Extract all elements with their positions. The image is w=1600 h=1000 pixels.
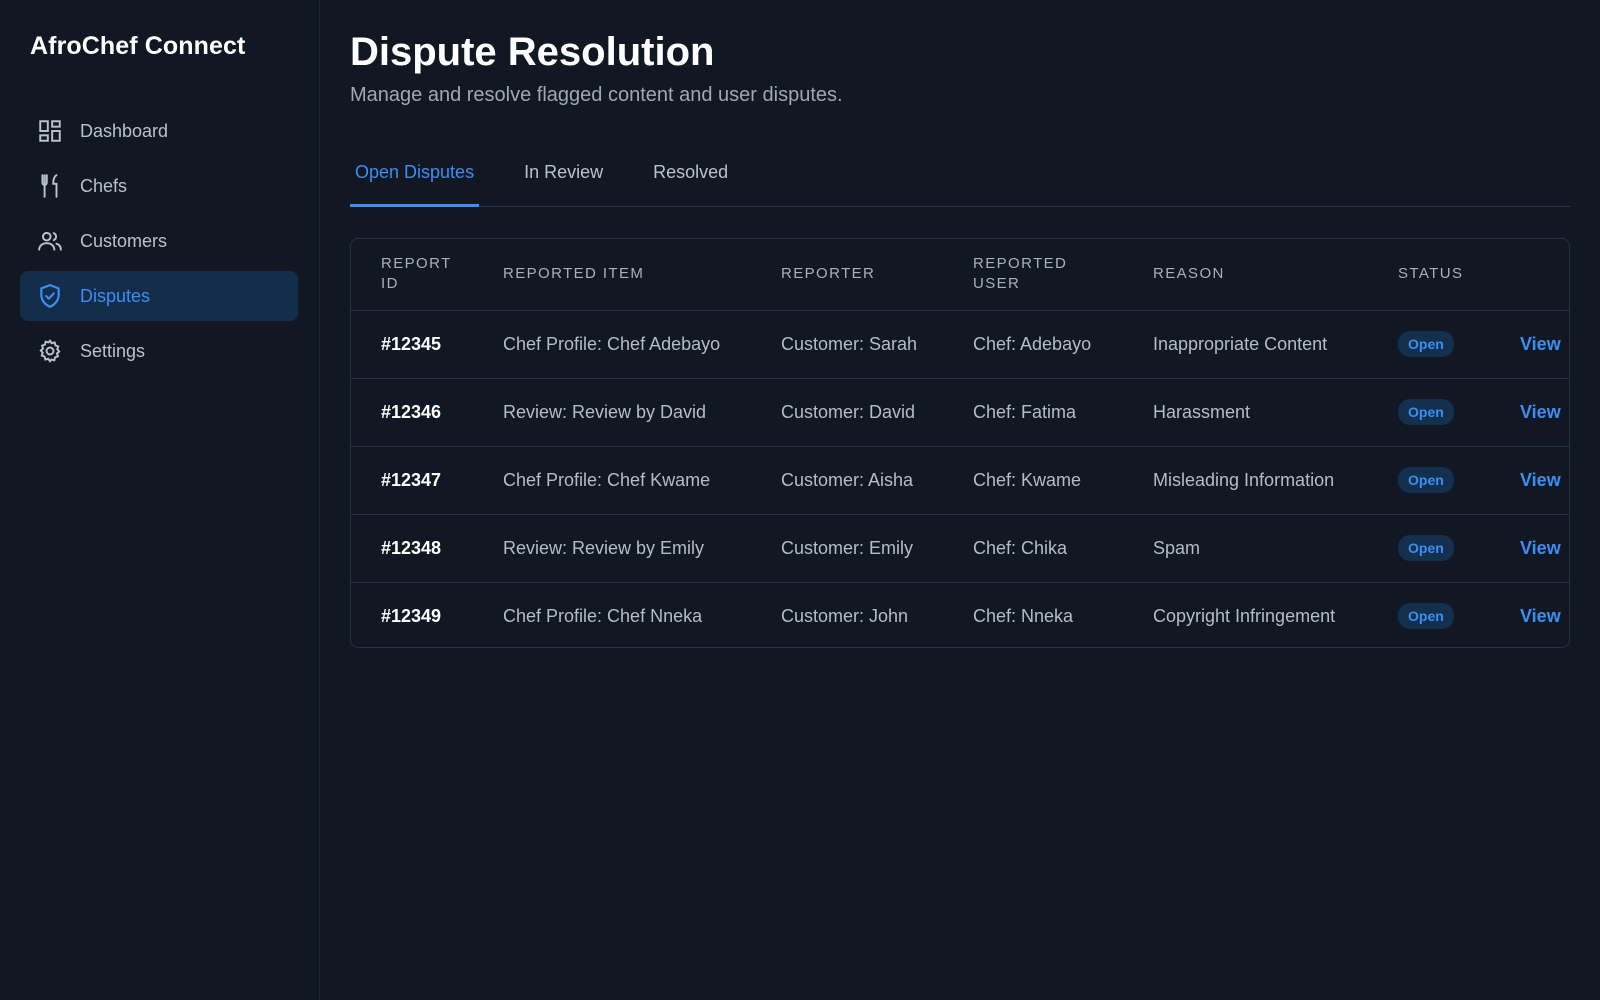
main-content: Dispute Resolution Manage and resolve fl… [350, 0, 1570, 1000]
report-id: #12348 [351, 514, 473, 583]
report-id: #12346 [351, 378, 473, 447]
sidebar-item-customers[interactable]: Customers [20, 216, 298, 266]
shield-check-icon [36, 282, 64, 310]
sidebar-item-label: Dashboard [80, 120, 169, 141]
table-row[interactable]: #12346 Review: Review by David Customer:… [351, 378, 1569, 447]
reason: Copyright Infringement [1153, 605, 1336, 626]
reason: Misleading Information [1123, 446, 1368, 515]
status-badge: Open [1398, 603, 1454, 630]
view-link[interactable]: View [1520, 538, 1561, 558]
table-row[interactable]: #12347 Chef Profile: Chef Kwame Customer… [351, 446, 1569, 515]
view-link[interactable]: View [1520, 402, 1561, 422]
column-header-reported-item: REPORTED ITEM [473, 239, 751, 311]
tab-in-review[interactable]: In Review [519, 148, 608, 207]
reported-user: Chef: Chika [943, 514, 1123, 583]
reported-user: Chef: Kwame [943, 446, 1123, 515]
reported-item: Review: Review by David [473, 378, 751, 447]
reason: Inappropriate Content [1123, 310, 1368, 379]
tab-open-disputes[interactable]: Open Disputes [350, 148, 480, 207]
column-header-reported-user: REPORTED USER [943, 239, 1123, 311]
reporter: Customer: John [781, 605, 909, 626]
sidebar-item-label: Disputes [80, 285, 151, 306]
reported-item: Chef Profile: Chef Kwame [473, 446, 751, 515]
reporter: Customer: Sarah [751, 310, 943, 379]
status-badge: Open [1398, 331, 1454, 357]
page-title: Dispute Resolution [350, 30, 715, 74]
users-icon [36, 227, 64, 255]
reported-user: Chef: Nneka [973, 605, 1074, 626]
status-badge: Open [1398, 467, 1454, 493]
report-id: #12347 [351, 446, 473, 515]
reported-user: Chef: Adebayo [943, 310, 1123, 379]
reported-item: Chef Profile: Chef Adebayo [473, 310, 751, 379]
column-header-report-id: REPORT ID [351, 239, 473, 311]
sidebar-item-settings[interactable]: Settings [20, 326, 298, 376]
column-header-status: STATUS [1368, 239, 1490, 311]
table-row[interactable]: #12349 Chef Profile: Chef Nneka Customer… [351, 582, 1569, 647]
reason: Harassment [1123, 378, 1368, 447]
reported-item: Chef Profile: Chef Nneka [503, 605, 703, 626]
reported-user: Chef: Fatima [943, 378, 1123, 447]
sidebar-item-dashboard[interactable]: Dashboard [20, 106, 298, 156]
reporter: Customer: Emily [751, 514, 943, 583]
disputes-table: REPORT ID REPORTED ITEM REPORTER REPORTE… [350, 238, 1570, 648]
column-header-reason: REASON [1123, 239, 1368, 311]
column-header-action [1490, 239, 1569, 311]
sidebar: AfroChef Connect Dashboard Chefs Custome… [0, 0, 320, 1000]
reporter: Customer: David [751, 378, 943, 447]
tab-resolved[interactable]: Resolved [648, 148, 733, 207]
reporter: Customer: Aisha [751, 446, 943, 515]
sidebar-nav: Dashboard Chefs Customers Disputes Setti… [20, 106, 298, 381]
status-badge: Open [1398, 535, 1454, 561]
report-id: #12345 [351, 310, 473, 379]
sidebar-item-label: Chefs [80, 175, 128, 196]
report-id: #12349 [381, 605, 442, 626]
column-header-reporter: REPORTER [751, 239, 943, 311]
fork-knife-icon [36, 172, 64, 200]
view-link[interactable]: View [1520, 606, 1561, 626]
sidebar-item-label: Settings [80, 340, 146, 361]
sidebar-item-label: Customers [80, 230, 168, 251]
status-badge: Open [1398, 399, 1454, 425]
page-subtitle: Manage and resolve flagged content and u… [350, 84, 843, 106]
table-row[interactable]: #12348 Review: Review by Emily Customer:… [351, 514, 1569, 583]
sidebar-item-disputes[interactable]: Disputes [20, 271, 298, 321]
reason: Spam [1123, 514, 1368, 583]
gear-icon [36, 337, 64, 365]
dashboard-icon [36, 117, 64, 145]
tab-bar: Open Disputes In Review Resolved [350, 148, 1570, 207]
sidebar-item-chefs[interactable]: Chefs [20, 161, 298, 211]
table-row[interactable]: #12345 Chef Profile: Chef Adebayo Custom… [351, 310, 1569, 379]
table-header-row: REPORT ID REPORTED ITEM REPORTER REPORTE… [351, 239, 1569, 311]
view-link[interactable]: View [1520, 470, 1561, 490]
view-link[interactable]: View [1520, 334, 1561, 354]
app-title: AfroChef Connect [30, 32, 246, 60]
reported-item: Review: Review by Emily [473, 514, 751, 583]
